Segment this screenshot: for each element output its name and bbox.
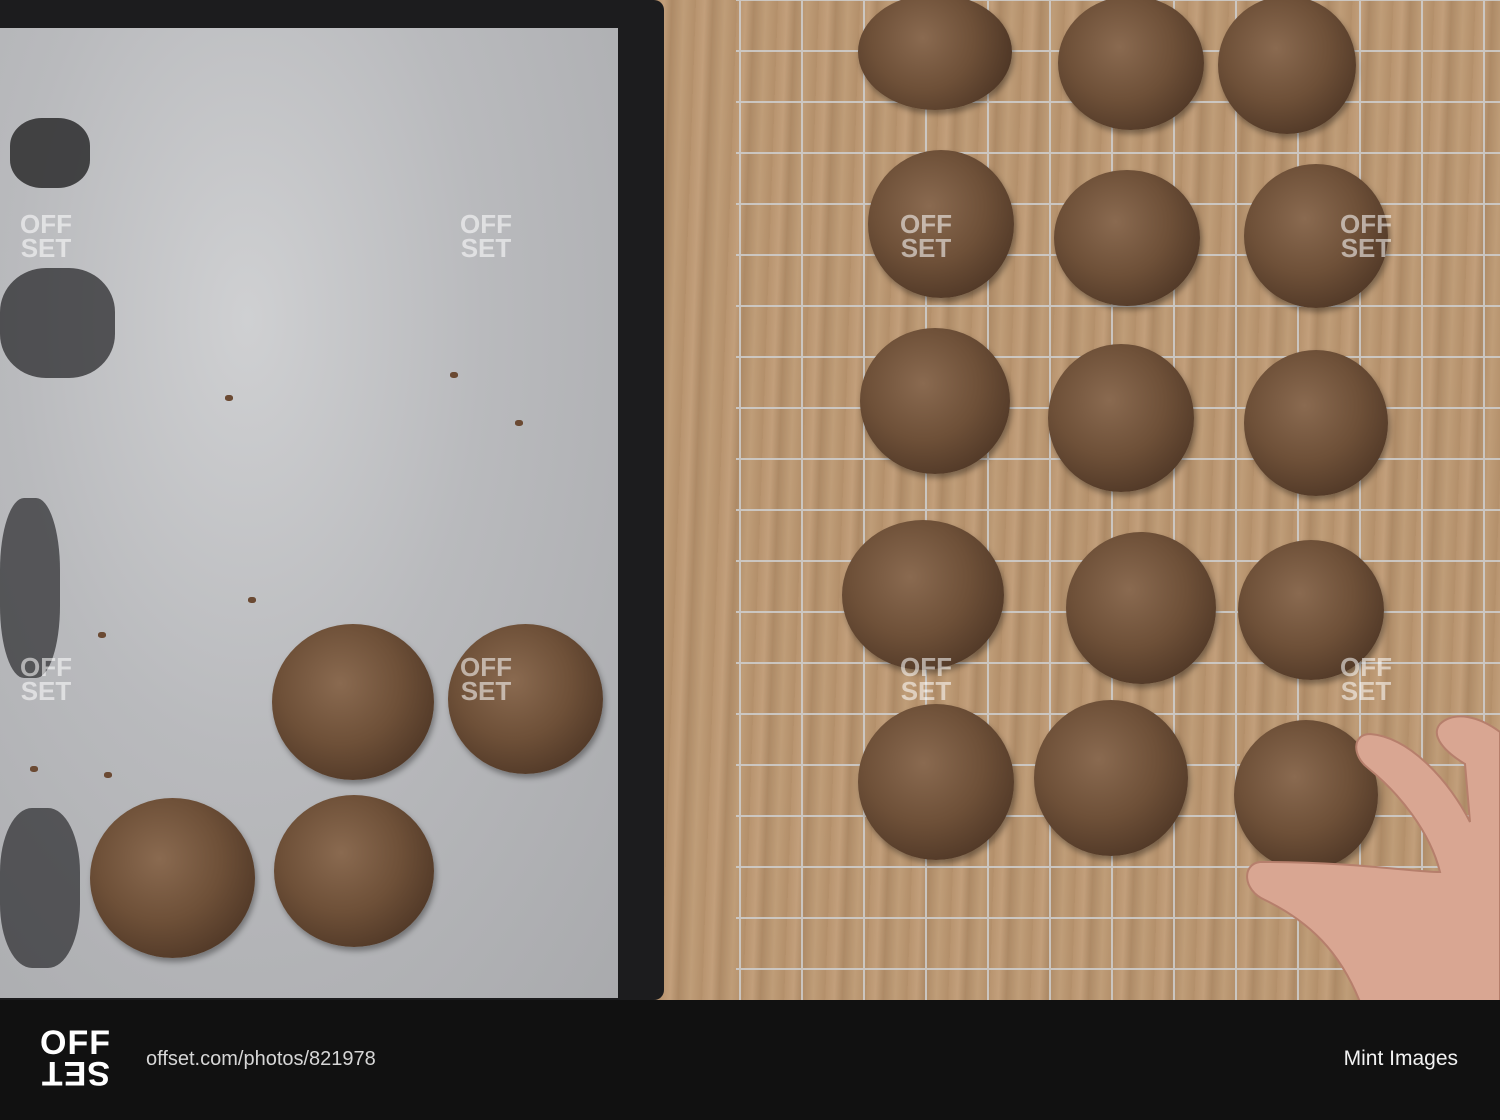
cookie <box>272 624 434 780</box>
footer-bar: OFF SET offset.com/photos/821978 Mint Im… <box>0 1000 1500 1120</box>
crumb <box>30 766 38 772</box>
photo-credit: Mint Images <box>1343 1047 1458 1070</box>
paper-stain <box>0 498 60 678</box>
cookie <box>1218 0 1356 134</box>
cookie <box>274 795 434 947</box>
cookie <box>1048 344 1194 492</box>
photo-url[interactable]: offset.com/photos/821978 <box>146 1048 376 1071</box>
crumb <box>98 632 106 638</box>
crumb <box>515 420 523 426</box>
paper-stain <box>10 118 90 188</box>
cookie <box>1066 532 1216 684</box>
watermark-mark: OFF SET <box>1340 652 1392 706</box>
watermark-mark: OFF SET <box>900 652 952 706</box>
cookie <box>1058 0 1204 130</box>
logo-bottom: SET <box>40 1054 110 1092</box>
cookie-photo: OFF SET OFF SET OFF SET OFF SET OFF SET OFF SE… <box>0 0 1500 1000</box>
cookie <box>90 798 255 958</box>
crumb <box>248 597 256 603</box>
crumb <box>104 772 112 778</box>
watermark-mark: OFF SET <box>20 652 72 706</box>
watermark-mark: OFF SET <box>1340 209 1392 263</box>
cookie <box>860 328 1010 474</box>
hand <box>1246 715 1500 1000</box>
baking-tray <box>0 0 664 1000</box>
watermark-mark: OFF SET <box>460 652 512 706</box>
cookie <box>1244 350 1388 496</box>
crumb <box>225 395 233 401</box>
paper-stain <box>0 808 80 968</box>
crumb <box>450 372 458 378</box>
cookie <box>858 704 1014 860</box>
cookie <box>1054 170 1200 306</box>
cookie <box>842 520 1004 670</box>
watermark-mark: OFF SET <box>460 209 512 263</box>
paper-stain <box>0 268 115 378</box>
cookie <box>1034 700 1188 856</box>
offset-logo[interactable]: OFF SET <box>40 1026 110 1092</box>
watermark-mark: OFF SET <box>900 209 952 263</box>
watermark-mark: OFF SET <box>20 209 72 263</box>
